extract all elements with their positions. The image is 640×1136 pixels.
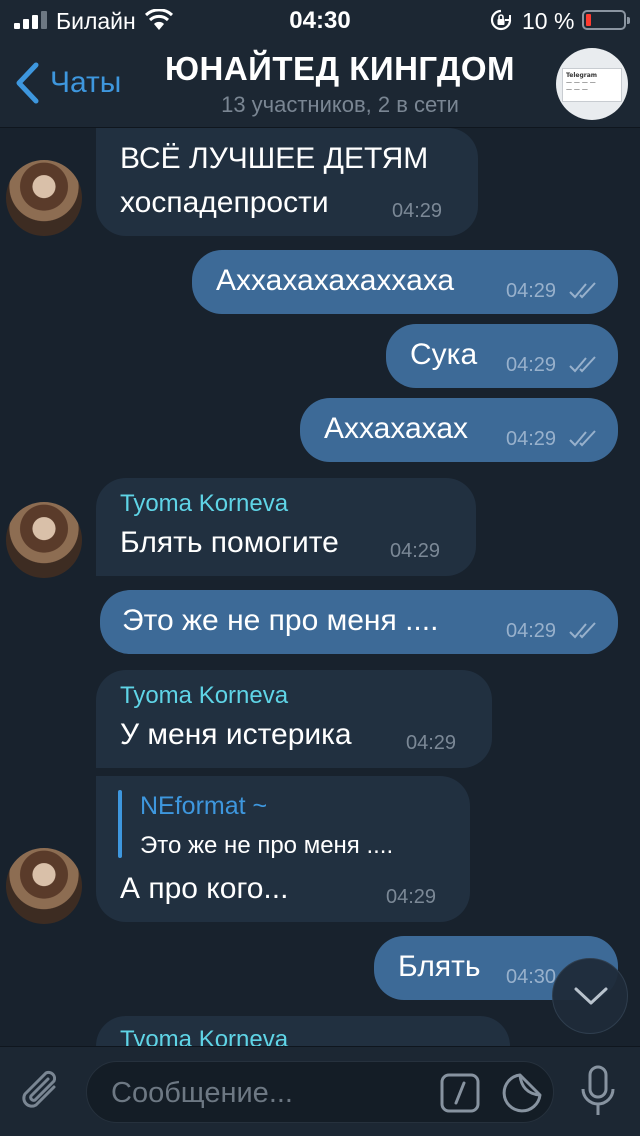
microphone-icon[interactable] — [578, 1065, 618, 1119]
message-text: А про кого... — [120, 872, 289, 905]
sender-name[interactable]: Tyoma Korneva — [120, 682, 288, 710]
sender-avatar[interactable] — [6, 848, 82, 924]
message-time: 04:29 — [506, 280, 557, 302]
scroll-down-button[interactable] — [552, 958, 628, 1034]
message-time: 04:29 — [386, 886, 437, 908]
message-text: Сука — [410, 338, 478, 371]
attach-icon[interactable] — [18, 1065, 66, 1119]
chat-header: Чаты ЮНАЙТЕД КИНГДОМ 13 участников, 2 в … — [0, 40, 640, 128]
message-incoming[interactable]: NEformat ~ Это же не про меня .... А про… — [96, 776, 470, 922]
message-time: 04:29 — [392, 200, 443, 222]
message-time: 04:29 — [506, 620, 557, 642]
read-ticks-icon — [569, 282, 596, 299]
rotation-lock-icon — [490, 9, 512, 31]
back-label: Чаты — [50, 66, 122, 99]
message-time: 04:29 — [506, 428, 557, 450]
sender-name[interactable]: Tyoma Korneva — [120, 490, 288, 518]
message-time: 04:29 — [406, 732, 457, 754]
message-outgoing[interactable]: Это же не про меня .... 04:29 — [100, 590, 618, 654]
scroll-down-icon — [574, 987, 608, 1005]
message-input-bar: Сообщение... — [0, 1046, 640, 1136]
battery-icon — [582, 10, 630, 30]
message-text: Аххахахах — [324, 412, 469, 445]
read-ticks-icon — [569, 622, 596, 639]
status-bar: Билайн 04:30 10 % — [0, 0, 640, 40]
chat-subtitle: 13 участников, 2 в сети — [221, 92, 459, 117]
message-text: Аххахахахаххаха — [216, 264, 455, 297]
message-text: ВСЁ ЛУЧШЕЕ ДЕТЯМ — [120, 142, 429, 175]
command-icon[interactable] — [439, 1072, 481, 1114]
message-outgoing[interactable]: Аххахахахаххаха 04:29 — [192, 250, 618, 314]
message-outgoing[interactable]: Аххахахах 04:29 — [300, 398, 618, 462]
message-text: хоспадепрости — [120, 186, 329, 219]
message-incoming[interactable]: Tyoma Korneva У меня истерика 04:29 — [96, 670, 492, 768]
message-text: Это же не про меня .... — [122, 604, 439, 637]
sticker-icon[interactable] — [501, 1072, 543, 1114]
back-chevron-icon — [16, 62, 39, 104]
message-input[interactable]: Сообщение... — [86, 1061, 554, 1123]
chat-avatar[interactable]: Telegram — — — — — — — — [556, 48, 628, 120]
message-time: 04:30 — [506, 966, 557, 988]
reply-text[interactable]: Это же не про меня .... — [140, 832, 393, 860]
message-outgoing[interactable]: Сука 04:29 — [386, 324, 618, 388]
sender-avatar[interactable] — [6, 160, 82, 236]
back-button[interactable]: Чаты — [14, 62, 121, 104]
reply-bar — [118, 790, 122, 858]
message-incoming[interactable]: ВСЁ ЛУЧШЕЕ ДЕТЯМ хоспадепрости 04:29 — [96, 128, 478, 236]
read-ticks-icon — [569, 430, 596, 447]
message-time: 04:29 — [506, 354, 557, 376]
read-ticks-icon — [569, 356, 596, 373]
reply-name[interactable]: NEformat ~ — [140, 792, 267, 821]
message-time: 04:29 — [390, 540, 441, 562]
message-placeholder: Сообщение... — [111, 1077, 293, 1109]
message-text: Блять — [398, 950, 481, 983]
message-text: У меня истерика — [120, 718, 352, 751]
battery-percent: 10 % — [522, 8, 575, 34]
message-incoming[interactable]: Tyoma Korneva Блять помогите 04:29 — [96, 478, 476, 576]
sender-avatar[interactable] — [6, 502, 82, 578]
chat-title[interactable]: ЮНАЙТЕД КИНГДОМ — [120, 50, 560, 88]
message-text: Блять помогите — [120, 526, 339, 559]
